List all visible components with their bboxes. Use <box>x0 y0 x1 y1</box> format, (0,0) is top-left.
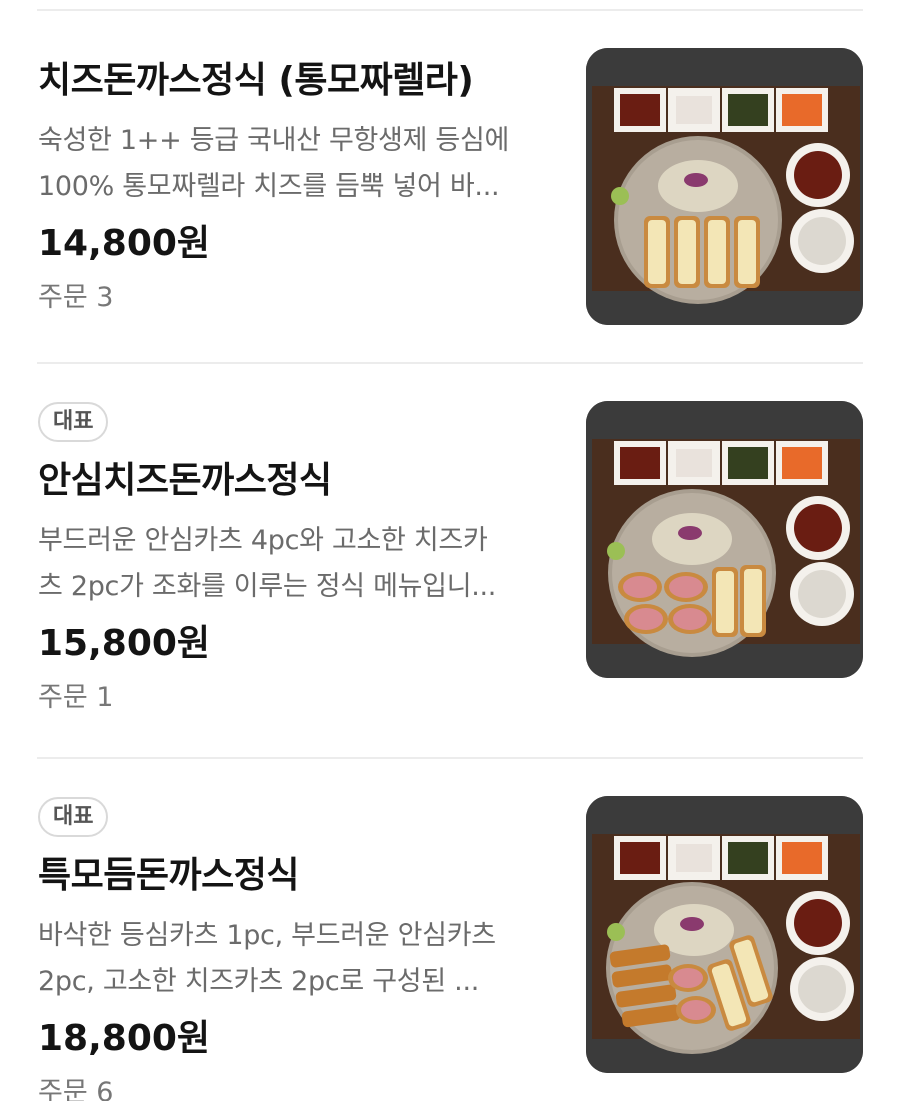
menu-item-price: 15,800원 <box>38 623 211 664</box>
menu-item-title: 특모듬돈까스정식 <box>38 855 299 896</box>
menu-item-text: 대표 안심치즈돈까스정식 부드러운 안심카츠 4pc와 고소한 치즈카 츠 2p… <box>38 402 558 716</box>
menu-item-order-count: 주문 1 <box>38 682 114 713</box>
description-line: 바삭한 등심카츠 1pc, 부드러운 안심카츠 <box>38 920 496 951</box>
description-line: 2pc, 고소한 치즈카츠 2pc로 구성된 ... <box>38 966 480 997</box>
signature-badge: 대표 <box>38 402 109 442</box>
divider <box>37 757 863 759</box>
food-photo-image <box>586 796 863 1073</box>
menu-item-photo[interactable] <box>586 48 863 325</box>
divider <box>37 362 863 364</box>
description-line: 100% 통모짜렐라 치즈를 듬뿍 넣어 바... <box>38 171 500 202</box>
divider <box>37 9 863 11</box>
food-photo-image <box>586 48 863 325</box>
menu-item-order-count: 주문 3 <box>38 282 114 313</box>
menu-item-photo[interactable] <box>586 796 863 1073</box>
description-line: 부드러운 안심카츠 4pc와 고소한 치즈카 <box>38 525 488 556</box>
signature-badge: 대표 <box>38 797 109 837</box>
menu-item-special-assorted-donkatsu[interactable]: 대표 특모듬돈까스정식 바삭한 등심카츠 1pc, 부드러운 안심카츠 2pc,… <box>0 796 900 1101</box>
menu-item-description: 바삭한 등심카츠 1pc, 부드러운 안심카츠 2pc, 고소한 치즈카츠 2p… <box>38 913 538 1005</box>
menu-item-cheese-donkatsu[interactable]: 치즈돈까스정식 (통모짜렐라) 숙성한 1++ 등급 국내산 무항생제 등심에 … <box>0 48 900 348</box>
description-line: 숙성한 1++ 등급 국내산 무항생제 등심에 <box>38 125 510 156</box>
menu-item-text: 치즈돈까스정식 (통모짜렐라) 숙성한 1++ 등급 국내산 무항생제 등심에 … <box>38 58 558 316</box>
menu-list: 치즈돈까스정식 (통모짜렐라) 숙성한 1++ 등급 국내산 무항생제 등심에 … <box>0 0 900 1101</box>
menu-item-order-count: 주문 6 <box>38 1077 114 1101</box>
food-photo-image <box>586 401 863 678</box>
menu-item-text: 대표 특모듬돈까스정식 바삭한 등심카츠 1pc, 부드러운 안심카츠 2pc,… <box>38 797 558 1101</box>
menu-item-price: 18,800원 <box>38 1018 211 1059</box>
menu-item-price: 14,800원 <box>38 223 211 264</box>
menu-item-description: 부드러운 안심카츠 4pc와 고소한 치즈카 츠 2pc가 조화를 이루는 정식… <box>38 518 538 610</box>
menu-item-ansim-cheese-donkatsu[interactable]: 대표 안심치즈돈까스정식 부드러운 안심카츠 4pc와 고소한 치즈카 츠 2p… <box>0 401 900 731</box>
menu-item-photo[interactable] <box>586 401 863 678</box>
menu-item-description: 숙성한 1++ 등급 국내산 무항생제 등심에 100% 통모짜렐라 치즈를 듬… <box>38 118 538 210</box>
menu-item-title: 안심치즈돈까스정식 <box>38 460 332 501</box>
description-line: 츠 2pc가 조화를 이루는 정식 메뉴입니... <box>38 571 497 602</box>
menu-item-title: 치즈돈까스정식 (통모짜렐라) <box>38 60 474 101</box>
